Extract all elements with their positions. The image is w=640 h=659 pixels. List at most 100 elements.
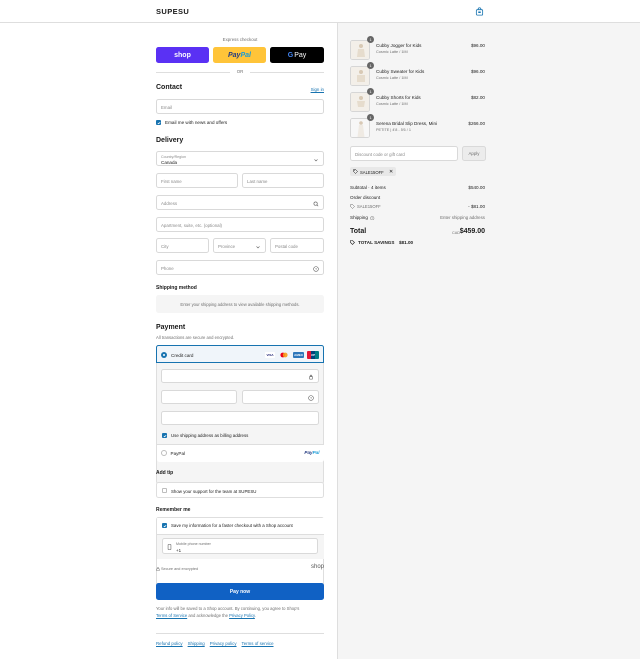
tip-checkbox[interactable] xyxy=(162,488,167,493)
total-savings-label: TOTAL SAVINGS xyxy=(358,240,395,245)
lock-icon xyxy=(309,374,313,380)
total-savings-value: $81.00 xyxy=(399,240,414,245)
total-value: $459.00 xyxy=(459,228,485,235)
tip-label: Show your support for the team at SUPESU xyxy=(171,488,257,494)
shipping-method-notice: Enter your shipping address to view avai… xyxy=(156,295,324,313)
email-field[interactable]: Email xyxy=(156,99,324,114)
order-discount-value: - $81.00 xyxy=(468,204,485,209)
phone-field[interactable]: Phone ? xyxy=(156,260,324,275)
security-code-field[interactable]: ? xyxy=(242,390,319,404)
last-name-field[interactable]: Last name xyxy=(242,173,324,188)
quantity-badge: 1 xyxy=(367,88,374,95)
applied-discount-tag: SALE15OFF ✕ xyxy=(350,167,396,176)
search-icon xyxy=(313,201,319,206)
tag-icon xyxy=(353,169,358,174)
amex-icon: AMEX xyxy=(293,352,304,358)
item-price: $96.00 xyxy=(470,43,485,48)
contact-heading: Contact xyxy=(156,84,183,91)
remove-discount-icon[interactable]: ✕ xyxy=(389,169,393,175)
order-discount-code: SALE15OFF xyxy=(357,204,381,209)
city-field[interactable]: City xyxy=(156,238,209,253)
country-select[interactable]: Country/Region Canada xyxy=(156,151,324,166)
tip-option[interactable]: Show your support for the team at SUPESU xyxy=(156,482,324,498)
product-image xyxy=(350,40,370,60)
paypal-button[interactable]: Pay Pal xyxy=(213,47,266,63)
item-name: Cubby Shorts for Kids xyxy=(376,95,421,100)
news-offers-label: Email me with news and offers xyxy=(165,120,228,125)
product-image xyxy=(350,118,370,138)
terms-of-service-footer-link[interactable]: Terms of service xyxy=(242,641,274,646)
billing-address-checkbox[interactable] xyxy=(162,433,167,438)
pay-now-button[interactable]: Pay now xyxy=(156,583,324,600)
item-variant: PETITE | 4'8 - 5'6 / 1 xyxy=(376,128,411,132)
secure-encrypted-label: Secure and encrypted xyxy=(161,567,199,571)
svg-text:?: ? xyxy=(315,267,317,271)
item-price: $266.00 xyxy=(468,121,485,126)
footer-links: Refund policy Shipping Privacy policy Te… xyxy=(156,641,274,646)
subtotal-label: Subtotal · 4 items xyxy=(350,185,386,190)
help-circle-icon[interactable]: ? xyxy=(370,215,375,221)
chevron-down-icon xyxy=(314,158,318,161)
credit-card-option[interactable]: Credit card VISA AMEX UP xyxy=(156,345,324,363)
paypal-radio[interactable] xyxy=(160,450,167,456)
legal-notice: Your info will be saved to a Shop accoun… xyxy=(156,606,300,618)
visa-icon: VISA xyxy=(265,352,275,358)
or-divider: OR xyxy=(156,69,324,74)
shipping-method-heading: Shipping method xyxy=(156,285,197,291)
privacy-policy-link[interactable]: Privacy Policy xyxy=(229,613,255,618)
first-name-field[interactable]: First name xyxy=(156,173,238,188)
news-offers-checkbox[interactable] xyxy=(156,120,161,125)
remember-me-heading: Remember me xyxy=(156,507,191,513)
expiration-date-field[interactable] xyxy=(161,390,237,404)
terms-of-service-link[interactable]: Terms of Service xyxy=(156,613,187,618)
total-label: Total xyxy=(350,228,367,235)
footer-divider xyxy=(156,633,324,634)
shipping-label: Shipping xyxy=(350,215,368,220)
shipping-policy-link[interactable]: Shipping xyxy=(188,641,205,646)
save-info-label: Save my information for a faster checkou… xyxy=(171,523,293,528)
credit-card-radio[interactable] xyxy=(161,352,167,358)
postal-code-field[interactable]: Postal code xyxy=(270,238,324,253)
credit-card-label: Credit card xyxy=(171,352,194,358)
item-variant: Cosmic Latte / 1IM xyxy=(376,50,408,54)
mobile-phone-field[interactable]: Mobile phone number +1 xyxy=(162,538,318,554)
shop-logo: shop xyxy=(310,564,324,570)
help-circle-icon[interactable]: ? xyxy=(308,395,314,401)
save-info-checkbox[interactable] xyxy=(162,523,167,528)
name-on-card-field[interactable] xyxy=(161,411,319,425)
mobile-phone-icon xyxy=(167,544,172,550)
delivery-heading: Delivery xyxy=(156,137,184,144)
paypal-option[interactable]: PayPal PayPal xyxy=(156,444,324,462)
shop-pay-button[interactable]: shop xyxy=(156,47,209,63)
store-logo[interactable]: SUPESU xyxy=(156,7,189,16)
mastercard-icon xyxy=(279,352,289,358)
shipping-value: Enter shipping address xyxy=(440,215,485,220)
add-tip-heading: Add tip xyxy=(156,470,174,476)
paypal-logo: PayPal xyxy=(304,450,320,455)
billing-address-label: Use shipping address as billing address xyxy=(171,433,249,438)
apply-button[interactable]: Apply xyxy=(462,146,486,161)
paypal-option-label: PayPal xyxy=(170,450,186,456)
lock-icon xyxy=(156,567,160,571)
help-circle-icon[interactable]: ? xyxy=(313,265,319,272)
province-select[interactable]: Province xyxy=(213,238,266,253)
shopping-bag-icon[interactable] xyxy=(475,7,484,16)
privacy-policy-footer-link[interactable]: Privacy policy xyxy=(210,641,237,646)
item-price: $96.00 xyxy=(470,69,485,74)
svg-text:?: ? xyxy=(310,396,312,400)
item-variant: Cosmic Latte / 1IM xyxy=(376,102,408,106)
tag-icon xyxy=(350,204,355,209)
refund-policy-link[interactable]: Refund policy xyxy=(156,641,183,646)
order-discount-label: Order discount xyxy=(350,195,381,200)
item-price: $82.00 xyxy=(470,95,485,100)
quantity-badge: 1 xyxy=(367,36,374,43)
card-number-field[interactable] xyxy=(161,369,319,383)
address-field[interactable]: Address xyxy=(156,195,324,210)
payment-heading: Payment xyxy=(156,324,186,331)
apartment-field[interactable]: Apartment, suite, etc. (optional) xyxy=(156,217,324,232)
sign-in-link[interactable]: Sign in xyxy=(311,87,324,92)
express-checkout-title: Express checkout xyxy=(222,37,258,42)
discount-code-input[interactable]: Discount code or gift card xyxy=(350,146,458,161)
payment-subtitle: All transactions are secure and encrypte… xyxy=(156,335,235,340)
google-pay-button[interactable]: G Pay xyxy=(270,47,324,63)
